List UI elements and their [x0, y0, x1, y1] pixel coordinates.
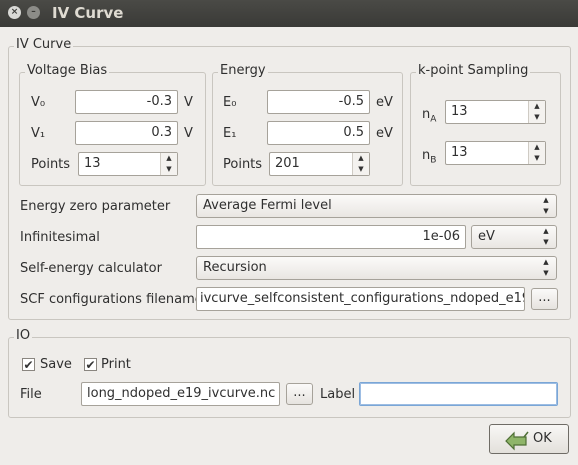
kpoint-group	[410, 72, 561, 186]
file-label: File	[20, 387, 42, 402]
e0-input[interactable]: -0.5	[267, 90, 370, 114]
title-bar: × – IV Curve	[0, 0, 578, 27]
nb-label: nB	[422, 148, 437, 166]
spin-arrows[interactable]: ▲ ▼	[528, 142, 545, 164]
v0-unit: V	[184, 95, 193, 110]
e1-input[interactable]: 0.5	[267, 121, 370, 145]
e0-label: E₀	[223, 95, 237, 110]
e1-label: E₁	[223, 126, 237, 141]
energy-zero-value: Average Fermi level	[203, 198, 332, 213]
energy-zero-label: Energy zero parameter	[20, 199, 171, 214]
spin-up-icon[interactable]: ▲	[529, 101, 545, 112]
energy-points-value: 201	[275, 156, 300, 171]
scf-filename-input[interactable]: ivcurve_selfconsistent_configurations_nd…	[196, 287, 525, 311]
minimize-window-button[interactable]: –	[27, 6, 40, 19]
energy-points-spinbox[interactable]: 201 ▲ ▼	[269, 152, 370, 176]
io-group-title: IO	[14, 328, 33, 343]
na-label: nA	[422, 107, 437, 125]
scf-filename-label: SCF configurations filename	[20, 292, 203, 307]
infinitesimal-label: Infinitesimal	[20, 230, 100, 245]
infinitesimal-input[interactable]: 1e-06	[196, 225, 466, 249]
file-browse-button[interactable]: ...	[286, 383, 313, 405]
na-value: 13	[451, 104, 468, 119]
ok-arrow-icon	[505, 431, 529, 451]
spin-arrows[interactable]: ▲ ▼	[528, 101, 545, 123]
voltage-points-value: 13	[84, 156, 101, 171]
na-spinbox[interactable]: 13 ▲ ▼	[445, 100, 546, 124]
minimize-icon: –	[31, 7, 36, 17]
self-energy-label: Self-energy calculator	[20, 261, 162, 276]
energy-points-label: Points	[223, 157, 263, 172]
v0-label: V₀	[31, 95, 46, 110]
save-label[interactable]: Save	[40, 357, 72, 372]
spin-down-icon[interactable]: ▼	[353, 164, 369, 175]
energy-title: Energy	[218, 63, 268, 78]
ok-button[interactable]: OK	[489, 424, 569, 454]
spin-up-icon[interactable]: ▲	[353, 153, 369, 164]
self-energy-combo[interactable]: Recursion ▲ ▼	[196, 256, 557, 280]
label-input[interactable]	[359, 382, 558, 406]
close-icon: ×	[10, 7, 19, 17]
spin-arrows[interactable]: ▲ ▼	[160, 153, 177, 175]
v1-label: V₁	[31, 126, 46, 141]
self-energy-value: Recursion	[203, 260, 267, 275]
scf-browse-button[interactable]: ...	[531, 288, 558, 310]
spin-down-icon[interactable]: ▼	[529, 153, 545, 164]
iv-curve-group-title: IV Curve	[14, 37, 74, 52]
e0-unit: eV	[376, 95, 393, 110]
save-checkbox[interactable]: ✔	[22, 358, 35, 371]
label-field-label: Label	[320, 387, 356, 402]
combo-arrows-icon: ▲ ▼	[543, 196, 549, 215]
close-window-button[interactable]: ×	[8, 6, 21, 19]
voltage-bias-title: Voltage Bias	[25, 63, 110, 78]
infinitesimal-unit-combo[interactable]: eV ▲ ▼	[471, 225, 557, 249]
kpoint-title: k-point Sampling	[416, 63, 531, 78]
energy-zero-combo[interactable]: Average Fermi level ▲ ▼	[196, 194, 557, 218]
voltage-points-spinbox[interactable]: 13 ▲ ▼	[78, 152, 178, 176]
combo-arrows-icon: ▲ ▼	[543, 258, 549, 277]
ok-label: OK	[533, 431, 552, 446]
v1-unit: V	[184, 126, 193, 141]
v1-input[interactable]: 0.3	[75, 121, 178, 145]
print-checkbox[interactable]: ✔	[84, 358, 97, 371]
spin-up-icon[interactable]: ▲	[529, 142, 545, 153]
spin-arrows[interactable]: ▲ ▼	[352, 153, 369, 175]
file-input[interactable]: long_ndoped_e19_ivcurve.nc	[81, 382, 280, 406]
v0-input[interactable]: -0.3	[75, 90, 178, 114]
nb-value: 13	[451, 145, 468, 160]
spin-down-icon[interactable]: ▼	[529, 112, 545, 123]
voltage-points-label: Points	[31, 157, 71, 172]
combo-arrows-icon: ▲ ▼	[543, 227, 549, 246]
nb-spinbox[interactable]: 13 ▲ ▼	[445, 141, 546, 165]
spin-down-icon[interactable]: ▼	[161, 164, 177, 175]
print-label[interactable]: Print	[101, 357, 131, 372]
window-title: IV Curve	[52, 4, 124, 22]
e1-unit: eV	[376, 126, 393, 141]
infinitesimal-unit-value: eV	[478, 229, 495, 244]
spin-up-icon[interactable]: ▲	[161, 153, 177, 164]
